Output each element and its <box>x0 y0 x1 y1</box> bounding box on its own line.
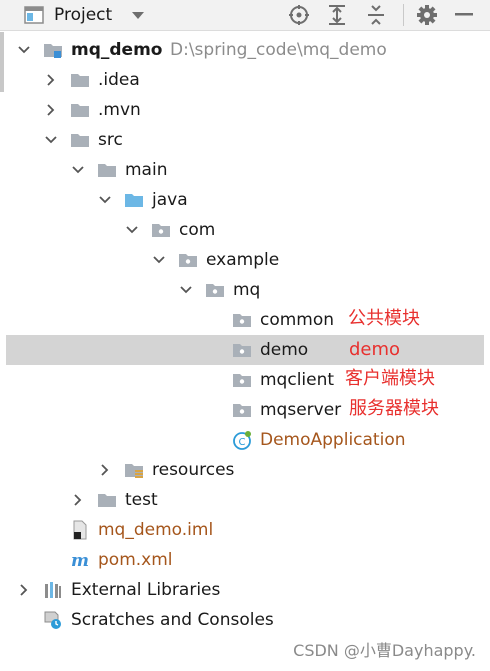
chevron-right-icon[interactable] <box>16 582 32 598</box>
maven-icon: m <box>71 551 89 570</box>
tree-row-main[interactable]: main <box>0 155 486 185</box>
watermark: CSDN @小曹Dayhappy. <box>293 641 476 660</box>
package-label: common <box>260 310 335 330</box>
package-icon <box>152 224 170 237</box>
tree-row-root[interactable]: mq_demo D:\spring_code\mq_demo <box>0 35 486 65</box>
tree-row-test[interactable]: test <box>0 485 486 515</box>
tree-row-resources[interactable]: resources <box>0 455 486 485</box>
locate-icon[interactable] <box>288 0 310 30</box>
package-label: example <box>206 250 280 270</box>
package-label: demo <box>260 340 309 360</box>
chevron-down-icon[interactable] <box>16 42 32 58</box>
folder-icon <box>98 494 116 507</box>
annotation-mqserver: 服务器模块 <box>349 398 439 419</box>
tree-row-com[interactable]: com <box>0 215 486 245</box>
package-icon <box>179 254 197 267</box>
project-title-label: Project <box>54 5 113 25</box>
package-label: mq <box>233 280 261 300</box>
project-view-icon <box>24 0 44 30</box>
spring-boot-class-icon: C <box>233 431 251 450</box>
package-icon <box>233 374 251 387</box>
folder-icon <box>71 104 89 117</box>
tree-row-mqclient[interactable]: mqclient 客户端模块 <box>0 365 486 395</box>
tree-row-pom[interactable]: m pom.xml <box>0 545 486 575</box>
tree-row-idea[interactable]: .idea <box>0 65 486 95</box>
folder-label: java <box>152 190 188 210</box>
dropdown-icon[interactable] <box>131 0 145 30</box>
package-icon <box>233 344 251 357</box>
root-name: mq_demo <box>71 40 163 60</box>
folder-label: resources <box>152 460 235 480</box>
tree-row-demo-application[interactable]: C DemoApplication <box>0 425 486 455</box>
toolbar-separator <box>403 4 404 26</box>
svg-text:C: C <box>239 437 246 448</box>
chevron-down-icon[interactable] <box>97 192 113 208</box>
annotation-common: 公共模块 <box>348 308 420 329</box>
tree-row-example[interactable]: example <box>0 245 486 275</box>
package-icon <box>233 314 251 327</box>
folder-label: .idea <box>98 70 140 90</box>
tree-row-iml[interactable]: mq_demo.iml <box>0 515 486 545</box>
module-file-icon <box>73 520 87 540</box>
collapse-all-icon[interactable] <box>366 0 386 30</box>
source-folder-icon <box>125 194 143 207</box>
tree-label: External Libraries <box>71 580 221 600</box>
folder-icon <box>71 74 89 87</box>
package-label: com <box>179 220 216 240</box>
folder-label: test <box>125 490 158 510</box>
tree-row-external-libraries[interactable]: External Libraries <box>0 575 486 605</box>
svg-text:m: m <box>71 551 89 570</box>
package-icon <box>233 404 251 417</box>
tree-row-demo[interactable]: demo demo <box>6 335 484 365</box>
chevron-right-icon[interactable] <box>43 102 59 118</box>
library-icon <box>45 582 61 598</box>
chevron-down-icon[interactable] <box>151 252 167 268</box>
tree-row-common[interactable]: common 公共模块 <box>0 305 486 335</box>
minimize-icon[interactable] <box>455 0 473 30</box>
root-path: D:\spring_code\mq_demo <box>170 40 387 60</box>
folder-label: src <box>98 130 123 150</box>
folder-label: .mvn <box>98 100 141 120</box>
annotation-demo: demo <box>349 339 401 360</box>
annotation-mqclient: 客户端模块 <box>345 368 435 389</box>
tree-row-scratches[interactable]: Scratches and Consoles <box>0 605 486 635</box>
class-label: DemoApplication <box>260 430 406 450</box>
tree-row-mq[interactable]: mq <box>0 275 486 305</box>
module-folder-icon <box>44 44 62 58</box>
file-label: pom.xml <box>98 550 173 570</box>
package-label: mqclient <box>260 370 335 390</box>
chevron-down-icon[interactable] <box>124 222 140 238</box>
file-label: mq_demo.iml <box>98 520 214 540</box>
chevron-down-icon[interactable] <box>43 132 59 148</box>
tree-row-mvn[interactable]: .mvn <box>0 95 486 125</box>
folder-icon <box>71 134 89 147</box>
tree-label: Scratches and Consoles <box>71 610 274 630</box>
scratches-icon <box>44 611 61 629</box>
chevron-down-icon[interactable] <box>178 282 194 298</box>
package-label: mqserver <box>260 400 342 420</box>
chevron-right-icon[interactable] <box>70 492 86 508</box>
tree-row-java[interactable]: java <box>0 185 486 215</box>
resources-folder-icon <box>125 464 143 478</box>
project-toolbar: Project <box>0 0 490 31</box>
chevron-right-icon[interactable] <box>43 72 59 88</box>
package-icon <box>206 284 224 297</box>
chevron-down-icon[interactable] <box>70 162 86 178</box>
expand-all-icon[interactable] <box>327 0 347 30</box>
project-title[interactable]: Project <box>54 0 112 30</box>
folder-icon <box>98 164 116 177</box>
tree-row-mqserver[interactable]: mqserver 服务器模块 <box>0 395 486 425</box>
tree-row-src[interactable]: src <box>0 125 486 155</box>
chevron-right-icon[interactable] <box>97 462 113 478</box>
folder-label: main <box>125 160 168 180</box>
gear-icon[interactable] <box>416 0 438 30</box>
